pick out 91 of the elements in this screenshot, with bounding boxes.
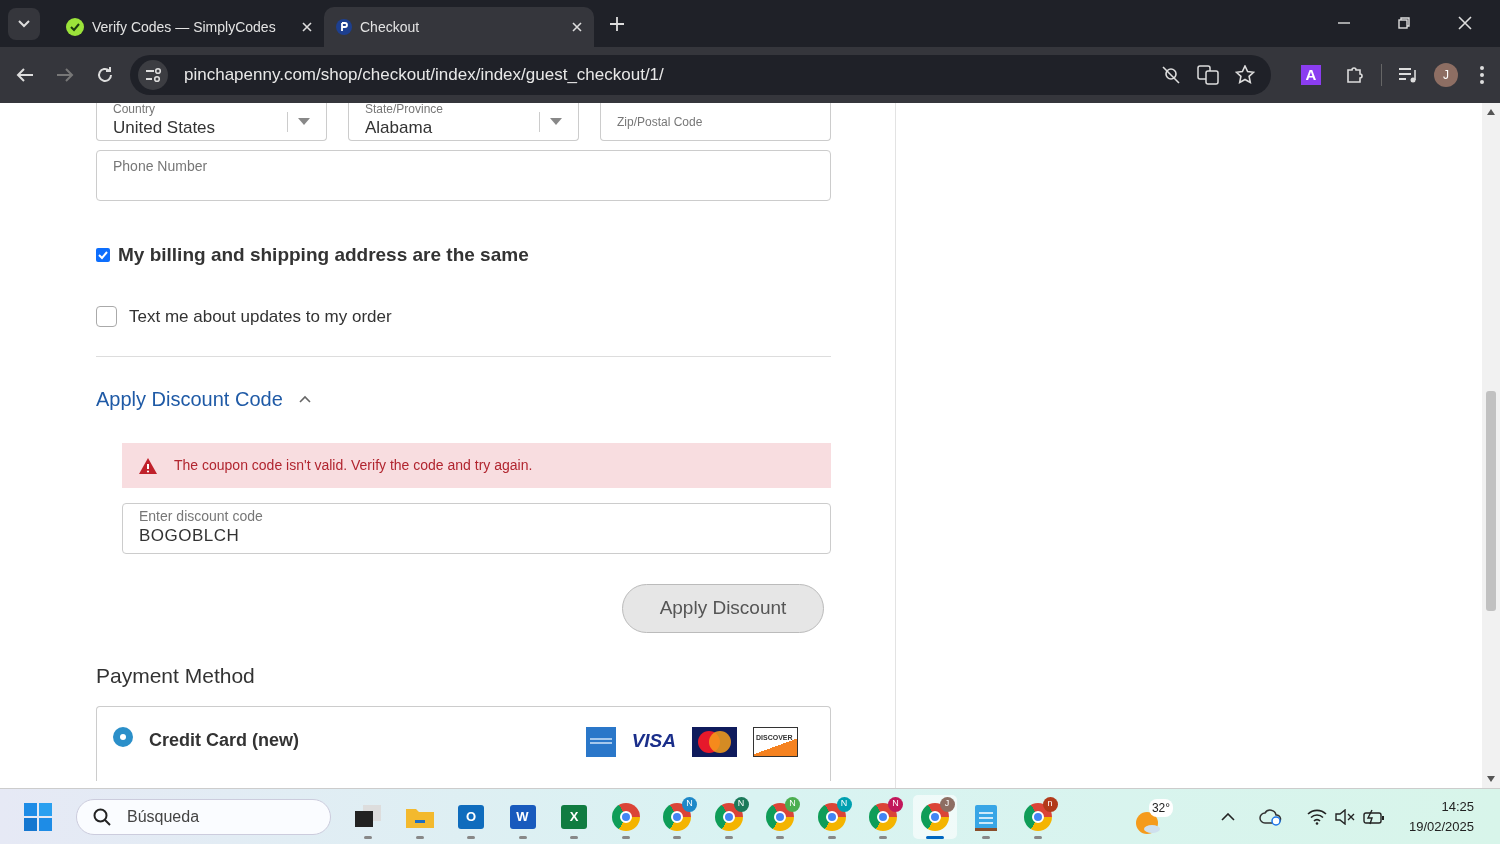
scroll-thumb[interactable] (1486, 391, 1496, 611)
phone-number-field[interactable]: Phone Number (96, 150, 831, 201)
checkbox[interactable] (96, 305, 117, 327)
cloud-sync-icon[interactable] (1258, 807, 1283, 826)
taskbar-app-button[interactable]: n (1015, 794, 1060, 839)
close-icon[interactable] (1458, 16, 1472, 30)
browser-tab[interactable]: Verify Codes — SimplyCodes (54, 7, 324, 47)
chrome-icon (817, 802, 846, 831)
radio-button[interactable] (113, 726, 133, 747)
section-heading: Payment Method (96, 663, 256, 689)
taskbar-app-button[interactable]: O (449, 794, 493, 839)
chevron-up-icon[interactable] (1220, 812, 1235, 821)
notepad-icon (974, 802, 998, 831)
clock[interactable]: 14:25 19/02/2025 (1408, 797, 1474, 836)
chrome-icon (1023, 802, 1052, 831)
profile-badge: J (939, 796, 955, 812)
back-arrow-icon[interactable] (16, 67, 34, 83)
card-logo-icon (692, 726, 737, 757)
chrome-icon (714, 802, 743, 831)
visa-logo: VISA (631, 729, 676, 754)
field-value: BOGOBLCH (139, 524, 240, 547)
apply-discount-button[interactable]: Apply Discount (622, 584, 824, 633)
discount-code-field[interactable]: Enter discount code BOGOBLCH (122, 503, 831, 554)
caret-down-icon (298, 118, 310, 125)
taskbar-app-button[interactable]: X (552, 794, 596, 839)
more-options-icon[interactable] (1480, 66, 1484, 84)
profile-avatar[interactable]: J (1434, 63, 1458, 87)
battery-icon[interactable] (1362, 808, 1385, 825)
close-icon[interactable] (302, 22, 312, 32)
profile-badge: N (836, 796, 852, 812)
scrollbar[interactable] (1482, 103, 1500, 788)
tab-title: Checkout (360, 17, 421, 37)
taskbar-app-button[interactable]: J (912, 794, 957, 839)
taskbar-app-button[interactable]: N (706, 794, 751, 839)
select-field[interactable]: State/Province Alabama (348, 103, 579, 141)
excel-icon: X (561, 804, 587, 829)
tab-list-button[interactable] (8, 8, 40, 40)
restore-icon[interactable] (1398, 17, 1410, 29)
check-badge-icon (66, 18, 84, 36)
new-tab-icon[interactable] (610, 17, 624, 31)
chrome-icon (766, 802, 794, 831)
window-stack-icon (355, 804, 381, 829)
search-icon (93, 807, 111, 826)
outlook-icon: O (458, 804, 484, 829)
caret-down-icon (550, 118, 562, 125)
reload-icon[interactable] (96, 66, 114, 84)
card-logo-icon (585, 726, 616, 757)
profile-badge: N (733, 796, 749, 812)
chrome-icon (920, 802, 949, 831)
scroll-up-arrow-icon[interactable] (1487, 109, 1495, 115)
taskbar-app-button[interactable]: N (655, 794, 699, 839)
chrome-icon (869, 802, 897, 831)
error-message: The coupon code isn't valid. Verify the code and try again. (174, 456, 533, 475)
forward-arrow-icon[interactable] (56, 67, 74, 83)
playlist-icon[interactable] (1398, 66, 1418, 84)
letter-p-icon (336, 19, 352, 35)
payment-method-label: Credit Card (new) (149, 728, 300, 752)
profile-badge: N (785, 796, 800, 812)
windows-start-icon[interactable] (24, 802, 52, 831)
profile-badge: n (1042, 796, 1058, 812)
star-icon[interactable] (1235, 65, 1255, 85)
select-field[interactable]: Country United States (96, 103, 327, 141)
eye-slash-icon[interactable] (1161, 65, 1181, 85)
puzzle-piece-icon[interactable] (1345, 65, 1365, 85)
tab-title: Verify Codes — SimplyCodes (92, 17, 277, 37)
chevron-down-icon (18, 20, 30, 28)
word-icon: W (509, 804, 536, 829)
input-field[interactable]: Zip/Postal Code (600, 103, 831, 141)
site-settings-icon[interactable] (138, 60, 168, 90)
profile-badge: N (888, 796, 903, 812)
extension-button[interactable]: A (1301, 65, 1321, 85)
chrome-icon (663, 802, 691, 831)
profile-badge: N (682, 796, 697, 812)
wifi-icon[interactable] (1306, 808, 1327, 825)
muted-speaker-icon[interactable] (1334, 808, 1355, 825)
browser-tab[interactable]: Checkout (324, 7, 594, 47)
discount-toggle-link[interactable]: Apply Discount Code (96, 384, 283, 414)
chrome-icon (611, 802, 640, 831)
taskbar-app-button[interactable]: W (500, 794, 545, 839)
taskbar-app-button[interactable]: N (861, 794, 905, 839)
checkbox[interactable] (96, 248, 110, 263)
taskbar-search-field[interactable]: Búsqueda (76, 798, 331, 835)
warning-icon (138, 456, 158, 475)
scroll-down-arrow-icon[interactable] (1487, 776, 1495, 782)
checkbox-label: My billing and shipping address are the same (118, 243, 529, 267)
taskbar-app-button[interactable]: N (809, 794, 854, 839)
close-icon[interactable] (572, 22, 582, 32)
checkbox-label: Text me about updates to my order (129, 305, 392, 328)
weather-widget[interactable]: 32° (1134, 798, 1181, 835)
field-label: Enter discount code (139, 508, 263, 523)
translate-icon[interactable] (1197, 65, 1219, 85)
